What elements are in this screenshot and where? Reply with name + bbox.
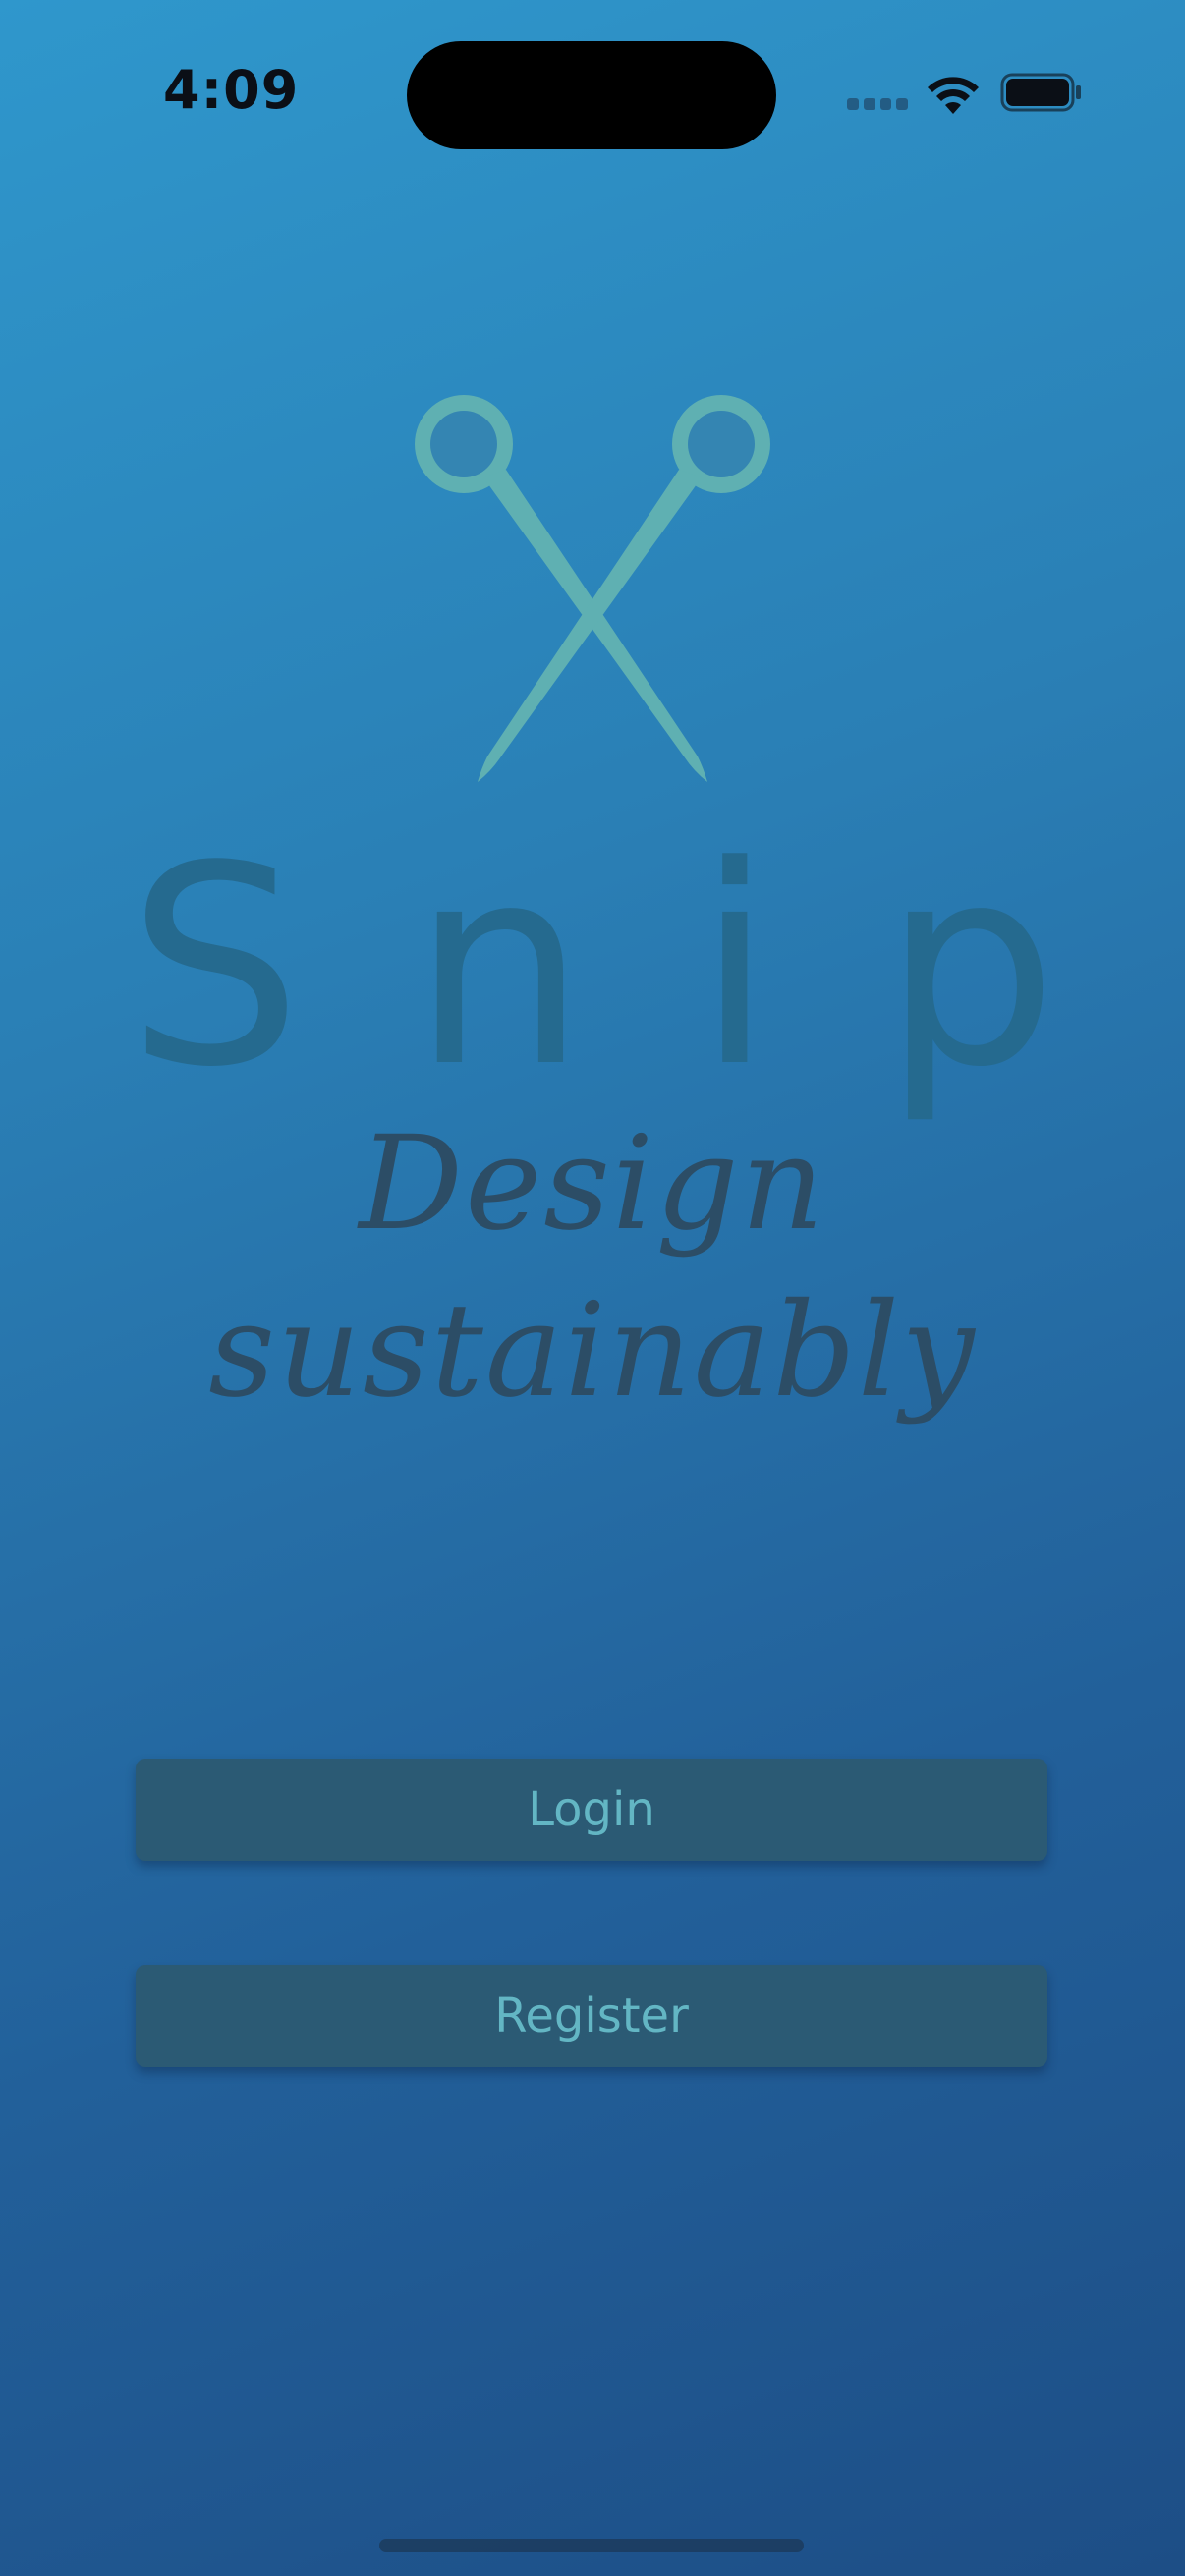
status-time: 4:09 [163, 59, 300, 121]
login-button-label: Login [528, 1782, 655, 1837]
login-button[interactable]: Login [136, 1759, 1047, 1861]
tagline: Design sustainably [208, 1108, 977, 1427]
register-button-label: Register [494, 1988, 689, 2044]
cellular-signal-icon [847, 98, 908, 112]
register-button[interactable]: Register [136, 1965, 1047, 2067]
wifi-icon [928, 77, 979, 114]
hero-branding: Snip Design sustainably [0, 373, 1185, 1427]
battery-icon [1000, 73, 1081, 112]
dynamic-island [407, 41, 776, 149]
scissors-icon [415, 395, 770, 782]
app-name: Snip [127, 808, 1168, 1128]
home-indicator[interactable] [379, 2539, 804, 2552]
status-bar: 4:09 [0, 0, 1185, 187]
